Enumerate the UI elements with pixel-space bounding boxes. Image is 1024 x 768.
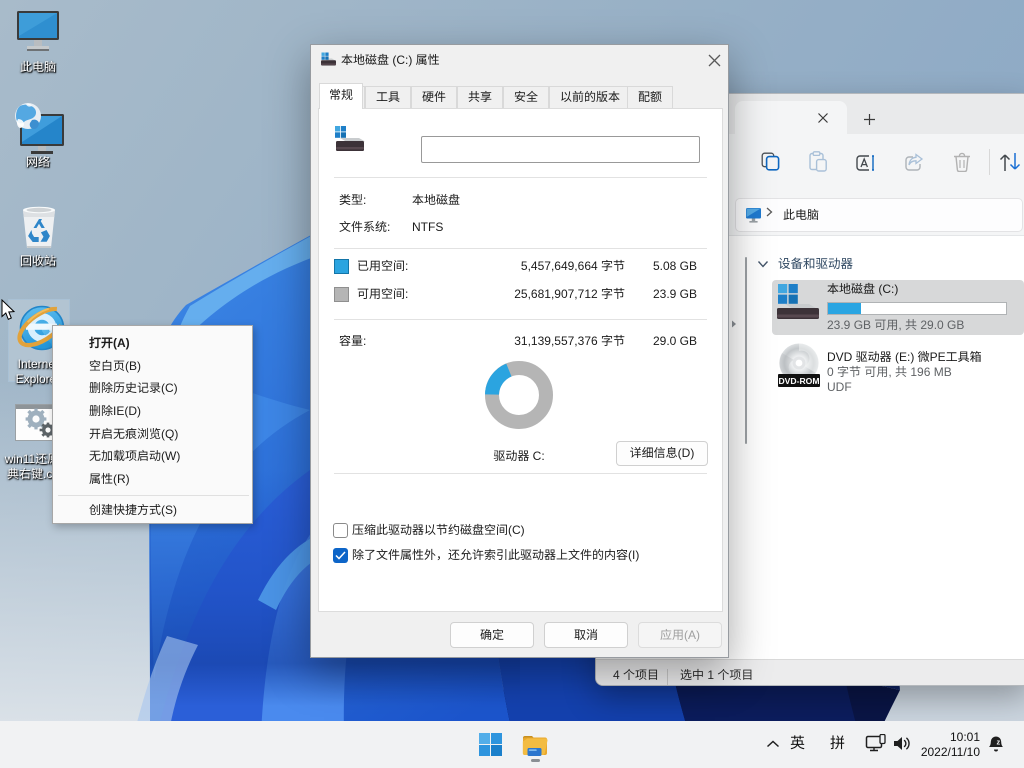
svg-text:z: z	[997, 738, 1001, 747]
svg-text:DVD-ROM: DVD-ROM	[778, 376, 819, 386]
